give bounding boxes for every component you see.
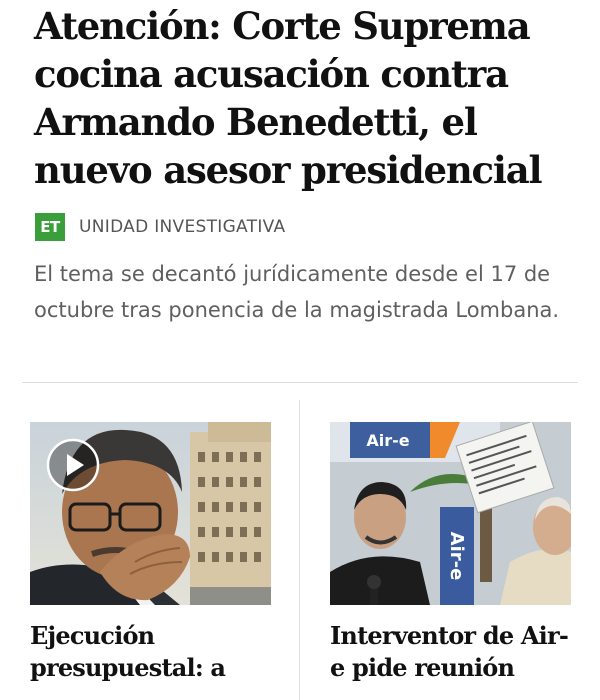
play-icon[interactable] — [45, 437, 101, 493]
related-title-2[interactable]: Interventor de Air-e pide reunión — [330, 620, 575, 684]
sign-text: Air-e — [366, 431, 409, 450]
section-label[interactable]: UNIDAD INVESTIGATIVA — [79, 217, 285, 237]
related-image-1[interactable] — [30, 422, 271, 605]
article-headline[interactable]: Atención: Corte Suprema cocina acusación… — [34, 2, 579, 194]
et-logo: ET — [35, 213, 65, 241]
vertical-sign-text: Air-e — [446, 532, 467, 581]
section-row[interactable]: ET UNIDAD INVESTIGATIVA — [35, 213, 285, 241]
photo-air-e: Air-e Air-e — [330, 422, 571, 605]
article-lede: El tema se decantó jurídicamente desde e… — [34, 262, 560, 322]
divider — [22, 382, 578, 383]
column-divider — [299, 400, 300, 700]
related-image-2[interactable]: Air-e Air-e — [330, 422, 571, 605]
related-title-1[interactable]: Ejecución presupuestal: a — [30, 620, 275, 684]
